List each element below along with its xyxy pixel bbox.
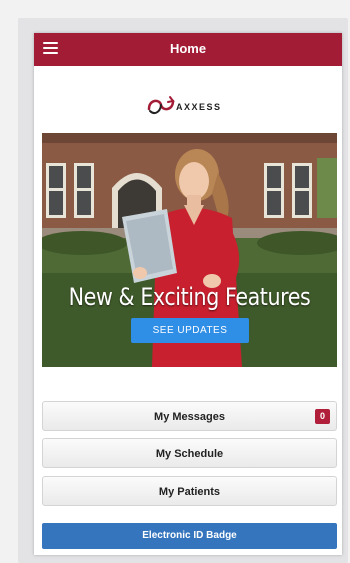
message-count-badge: 0 [315,409,330,424]
electronic-id-badge-button[interactable]: Electronic ID Badge [42,523,337,549]
see-updates-button[interactable]: SEE UPDATES [131,318,249,343]
logo-text: AXXESS [176,102,222,112]
my-messages-button[interactable]: My Messages 0 [42,401,337,431]
my-schedule-label: My Schedule [155,448,224,460]
hero-title: New & Exciting Features [68,283,311,311]
my-patients-button[interactable]: My Patients [42,476,337,506]
my-messages-label: My Messages [154,411,225,423]
top-bar: Home [34,33,342,66]
logo-mark-icon [147,96,175,114]
my-schedule-button[interactable]: My Schedule [42,438,337,468]
axxess-logo: AXXESS [146,91,236,117]
page-title: Home [169,41,207,56]
hero-banner[interactable]: New & Exciting Features SEE UPDATES [42,133,337,367]
my-patients-label: My Patients [158,486,221,498]
phone-screen: Home AXXESS New & Exciting Features SEE … [34,33,342,555]
